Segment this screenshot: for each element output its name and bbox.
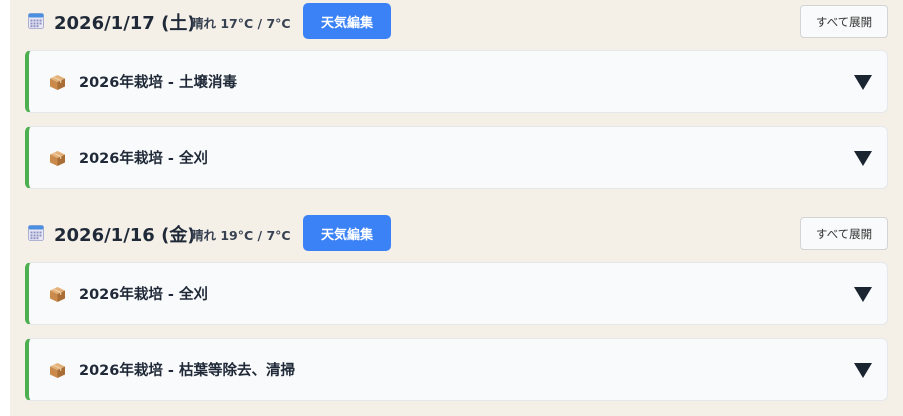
task-card[interactable]: 2026年栽培 - 全刈 [25, 126, 888, 189]
package-icon [50, 75, 65, 90]
triangle-down-icon[interactable] [853, 286, 873, 303]
package-icon [50, 287, 65, 302]
task-title: 2026年栽培 - 全刈 [79, 151, 208, 167]
package-icon [50, 363, 65, 378]
day-header: 2026/1/17 (土) 晴れ 17°C / 7°C 天気編集 すべて展開 [25, 1, 888, 41]
task-title: 2026年栽培 - 土壌消毒 [79, 75, 237, 91]
weather-edit-button[interactable]: 天気編集 [303, 3, 391, 39]
expand-all-button[interactable]: すべて展開 [800, 5, 888, 38]
day-date: 2026/1/16 (金) [54, 225, 196, 246]
day-weather: 晴れ 17°C / 7°C [191, 16, 291, 31]
day-header: 2026/1/16 (金) 晴れ 19°C / 7°C 天気編集 すべて展開 [25, 213, 888, 253]
package-icon [50, 151, 65, 166]
triangle-down-icon[interactable] [853, 362, 873, 379]
day-weather: 晴れ 19°C / 7°C [191, 228, 291, 243]
task-title: 2026年栽培 - 全刈 [79, 287, 208, 303]
daily-log-panel: 2026/1/17 (土) 晴れ 17°C / 7°C 天気編集 すべて展開 2… [10, 0, 903, 416]
task-card[interactable]: 2026年栽培 - 枯葉等除去、清掃 [25, 338, 888, 401]
triangle-down-icon[interactable] [853, 150, 873, 167]
day-date: 2026/1/17 (土) [54, 13, 196, 34]
expand-all-button[interactable]: すべて展開 [800, 217, 888, 250]
task-title: 2026年栽培 - 枯葉等除去、清掃 [79, 363, 295, 379]
calendar-icon [28, 13, 44, 29]
weather-edit-button[interactable]: 天気編集 [303, 215, 391, 251]
calendar-icon [28, 225, 44, 241]
task-card[interactable]: 2026年栽培 - 土壌消毒 [25, 50, 888, 113]
task-card[interactable]: 2026年栽培 - 全刈 [25, 262, 888, 325]
triangle-down-icon[interactable] [853, 74, 873, 91]
